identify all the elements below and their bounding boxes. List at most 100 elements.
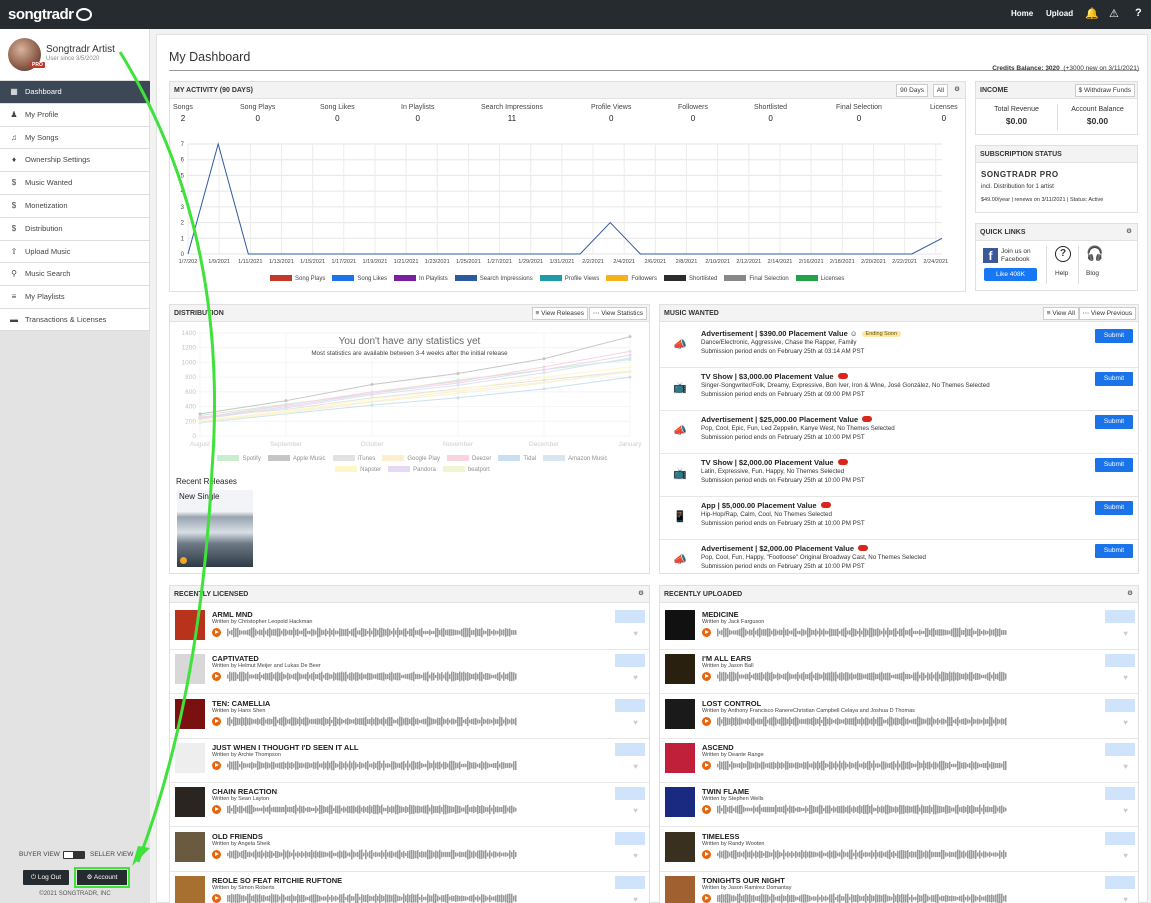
play-icon[interactable] xyxy=(702,893,711,903)
heart-icon[interactable]: ♥ xyxy=(1123,629,1128,638)
warning-icon[interactable]: ⚠ xyxy=(1109,7,1119,20)
waveform[interactable] xyxy=(717,716,1007,727)
facebook-link[interactable]: Join us on Facebook xyxy=(1001,248,1031,264)
legend-item[interactable]: Google Play xyxy=(382,454,440,465)
play-icon[interactable] xyxy=(702,672,711,682)
add-expand-buttons[interactable] xyxy=(1105,831,1135,845)
settings-gear-icon[interactable]: ⚙ xyxy=(635,588,647,601)
settings-gear-icon[interactable]: ⚙ xyxy=(1124,588,1136,601)
view-switch[interactable] xyxy=(63,851,85,859)
legend-item[interactable]: beatport xyxy=(442,465,490,476)
range-all-button[interactable]: All xyxy=(932,84,948,97)
sidebar-item-monetization[interactable]: $ Monetization xyxy=(0,193,150,217)
track-row[interactable]: LOST CONTROL Written by Anthony Francisco… xyxy=(660,695,1138,739)
legend-item[interactable]: In Playlists xyxy=(394,275,448,282)
legend-item[interactable]: Song Likes xyxy=(332,275,387,282)
heart-icon[interactable]: ♥ xyxy=(633,851,638,860)
track-artwork[interactable] xyxy=(665,698,695,729)
blog-link[interactable]: Blog xyxy=(1086,270,1099,277)
help-link[interactable]: Help xyxy=(1055,270,1068,277)
legend-item[interactable]: Search Impressions xyxy=(454,275,533,282)
add-expand-buttons[interactable] xyxy=(615,787,645,801)
facebook-icon[interactable]: f xyxy=(983,248,998,263)
add-expand-buttons[interactable] xyxy=(1105,698,1135,712)
track-title[interactable]: OLD FRIENDS xyxy=(212,832,263,841)
track-title[interactable]: JUST WHEN I THOUGHT I'D SEEN IT ALL xyxy=(212,743,359,752)
legend-item[interactable]: Shortlisted xyxy=(664,275,717,282)
view-all-button[interactable]: ≡ View All xyxy=(1042,307,1079,320)
sidebar-item-music-wanted[interactable]: $ Music Wanted xyxy=(0,171,150,194)
add-expand-buttons[interactable] xyxy=(615,698,645,712)
track-title[interactable]: CHAIN REACTION xyxy=(212,787,277,796)
heart-icon[interactable]: ♥ xyxy=(633,806,638,815)
track-title[interactable]: TIMELESS xyxy=(702,832,740,841)
account-button[interactable]: ⚙ Account xyxy=(74,867,130,888)
songtradr-logo[interactable]: songtradr xyxy=(8,6,92,23)
add-expand-buttons[interactable] xyxy=(1105,787,1135,801)
release-cover[interactable]: New Single xyxy=(177,490,253,567)
track-title[interactable]: REOLE SO FEAT RITCHIE RUFTONE xyxy=(212,876,342,885)
track-artwork[interactable] xyxy=(665,610,695,640)
heart-icon[interactable]: ♥ xyxy=(633,895,638,903)
sidebar-item-transactions[interactable]: ▬ Transactions & Licenses xyxy=(0,307,150,331)
settings-gear-icon[interactable]: ⚙ xyxy=(951,84,963,97)
view-releases-button[interactable]: ≡ View Releases xyxy=(531,307,588,320)
track-row[interactable]: TEN: CAMELLIA Written by Hans Shen ♥ xyxy=(170,695,649,739)
waveform[interactable] xyxy=(717,893,1007,903)
legend-item[interactable]: Song Plays xyxy=(270,275,325,282)
play-icon[interactable] xyxy=(212,760,221,770)
play-icon[interactable] xyxy=(212,893,221,903)
track-title[interactable]: ASCEND xyxy=(702,743,734,752)
add-expand-buttons[interactable] xyxy=(1105,610,1135,623)
legend-item[interactable]: Deezer xyxy=(447,454,491,465)
help-icon[interactable]: ? xyxy=(1135,7,1142,19)
music-wanted-item[interactable]: 📣 Advertisement | $2,000.00 Placement Va… xyxy=(660,540,1138,573)
track-title[interactable]: MEDICINE xyxy=(702,610,739,619)
track-row[interactable]: TIMELESS Written by Randy Wooten ♥ xyxy=(660,828,1138,872)
heart-icon[interactable]: ♥ xyxy=(633,762,638,771)
legend-item[interactable]: Licenses xyxy=(795,275,844,282)
legend-item[interactable]: Profile Views xyxy=(539,275,599,282)
track-title[interactable]: TWIN FLAME xyxy=(702,787,749,796)
track-artwork[interactable] xyxy=(665,654,695,685)
add-expand-buttons[interactable] xyxy=(615,610,645,623)
track-artwork[interactable] xyxy=(175,698,205,729)
view-statistics-button[interactable]: ⋯ View Statistics xyxy=(588,307,647,320)
track-row[interactable]: CHAIN REACTION Written by Sean Layton ♥ xyxy=(170,783,649,828)
track-row[interactable]: CAPTIVATED Written by Helmut Meijer and L… xyxy=(170,650,649,695)
legend-item[interactable]: Followers xyxy=(606,275,657,282)
legend-item[interactable]: Pandora xyxy=(388,465,436,476)
sidebar-item-dashboard[interactable]: ▦ Dashboard xyxy=(0,80,150,103)
sidebar-item-ownership-settings[interactable]: ♦ Ownership Settings xyxy=(0,148,150,171)
track-artwork[interactable] xyxy=(175,787,205,818)
track-artwork[interactable] xyxy=(175,742,205,773)
waveform[interactable] xyxy=(717,627,1007,638)
submit-button[interactable]: Submit xyxy=(1095,501,1133,515)
track-row[interactable]: REOLE SO FEAT RITCHIE RUFTONE Written by … xyxy=(170,872,649,903)
track-row[interactable]: OLD FRIENDS Written by Angela Sheik ♥ xyxy=(170,828,649,872)
waveform[interactable] xyxy=(227,627,517,638)
sidebar-item-upload-music[interactable]: ⇧ Upload Music xyxy=(0,239,150,263)
track-artwork[interactable] xyxy=(665,831,695,862)
waveform[interactable] xyxy=(227,760,517,771)
track-artwork[interactable] xyxy=(175,875,205,903)
sidebar-item-my-songs[interactable]: ♫ My Songs xyxy=(0,125,150,149)
play-icon[interactable] xyxy=(212,849,221,859)
sidebar-item-my-playlists[interactable]: ≡ My Playlists xyxy=(0,285,150,308)
track-title[interactable]: TONIGHTS OUR NIGHT xyxy=(702,876,785,885)
track-artwork[interactable] xyxy=(665,787,695,818)
play-icon[interactable] xyxy=(702,805,711,815)
submit-button[interactable]: Submit xyxy=(1095,372,1133,386)
nav-upload[interactable]: Upload xyxy=(1046,9,1073,18)
track-title[interactable]: ARML MND xyxy=(212,610,253,619)
track-title[interactable]: TEN: CAMELLIA xyxy=(212,699,270,708)
track-row[interactable]: TWIN FLAME Written by Stephen Wells ♥ xyxy=(660,783,1138,828)
settings-gear-icon[interactable]: ⚙ xyxy=(1123,226,1135,239)
legend-item[interactable]: Spotify xyxy=(217,454,261,465)
legend-item[interactable]: Amazon Music xyxy=(543,454,608,465)
add-expand-buttons[interactable] xyxy=(615,875,645,889)
waveform[interactable] xyxy=(227,671,517,682)
add-expand-buttons[interactable] xyxy=(1105,654,1135,668)
add-expand-buttons[interactable] xyxy=(1105,742,1135,756)
add-expand-buttons[interactable] xyxy=(1105,875,1135,889)
